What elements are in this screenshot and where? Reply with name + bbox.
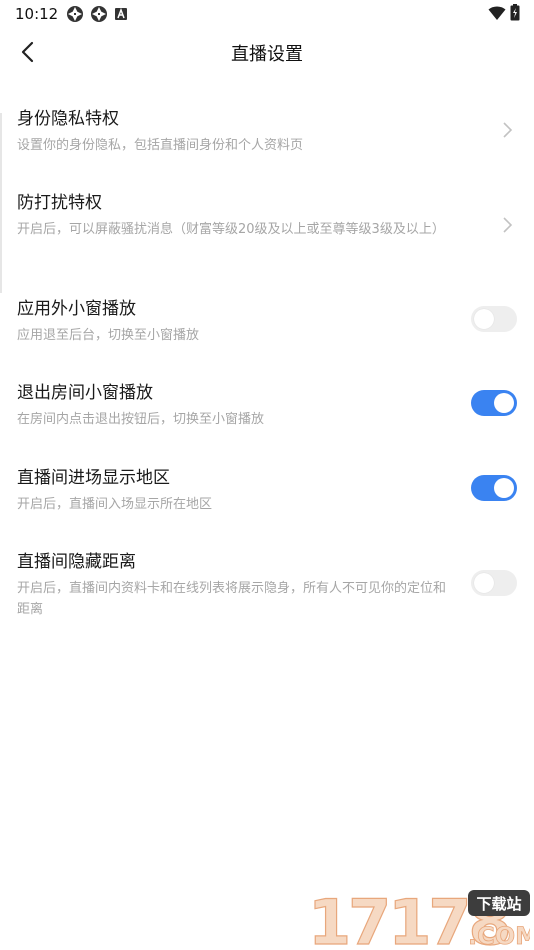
setting-do-not-disturb[interactable]: 防打扰特权 开启后，可以屏蔽骚扰消息（财富等级20级及以上或至尊等级3级及以上） (0, 188, 534, 268)
toggle-switch-on[interactable] (471, 475, 517, 501)
toggle-switch-off[interactable] (471, 570, 517, 596)
toggle-switch-on[interactable] (471, 390, 517, 416)
setting-title: 直播间隐藏距离 (17, 552, 136, 572)
setting-show-region-on-enter: 直播间进场显示地区 开启后，直播间入场显示所在地区 (0, 463, 534, 519)
setting-title: 身份隐私特权 (17, 109, 119, 129)
app-notification-icon-2 (91, 6, 107, 22)
setting-title: 应用外小窗播放 (17, 299, 136, 319)
setting-desc: 应用退至后台，切换至小窗播放 (17, 328, 200, 343)
wifi-icon (488, 6, 506, 20)
chevron-right-icon (503, 217, 513, 233)
a-notification-icon (115, 7, 127, 20)
setting-desc: 设置你的身份隐私，包括直播间身份和个人资料页 (17, 138, 304, 153)
setting-desc: 开启后，直播间内资料卡和在线列表将展示隐身，所有人不可见你的定位和距离 (17, 581, 447, 617)
status-bar: 10:12 (0, 0, 534, 28)
page-title: 直播设置 (231, 44, 303, 65)
setting-title: 防打扰特权 (17, 193, 102, 213)
notification-icons (66, 5, 128, 23)
battery-icon (510, 4, 520, 21)
toggle-knob (474, 309, 494, 329)
setting-title: 退出房间小窗播放 (17, 383, 153, 403)
setting-desc: 开启后，可以屏蔽骚扰消息（财富等级20级及以上或至尊等级3级及以上） (17, 222, 445, 237)
setting-desc: 开启后，直播间入场显示所在地区 (17, 497, 213, 512)
toggle-knob (494, 478, 514, 498)
toggle-knob (494, 393, 514, 413)
system-icons (488, 4, 520, 21)
toggle-knob (474, 573, 494, 593)
app-notification-icon (67, 6, 83, 22)
setting-identity-privacy[interactable]: 身份隐私特权 设置你的身份隐私，包括直播间身份和个人资料页 (0, 104, 534, 162)
status-time: 10:12 (15, 5, 59, 23)
chevron-right-icon (503, 122, 513, 138)
setting-hide-distance: 直播间隐藏距离 开启后，直播间内资料卡和在线列表将展示隐身，所有人不可见你的定位… (0, 547, 534, 627)
setting-title: 直播间进场显示地区 (17, 468, 170, 488)
toggle-switch-off[interactable] (471, 306, 517, 332)
watermark-domain: .COM (468, 922, 530, 948)
setting-outside-app-mini-window: 应用外小窗播放 应用退至后台，切换至小窗播放 (0, 294, 534, 350)
site-watermark-logo: 17178 下载站 .COM (308, 886, 530, 948)
watermark-badge: 下载站 (476, 895, 521, 913)
setting-desc: 在房间内点击退出按钮后，切换至小窗播放 (17, 412, 265, 427)
top-bar: 直播设置 (0, 28, 534, 76)
setting-exit-room-mini-window: 退出房间小窗播放 在房间内点击退出按钮后，切换至小窗播放 (0, 378, 534, 434)
